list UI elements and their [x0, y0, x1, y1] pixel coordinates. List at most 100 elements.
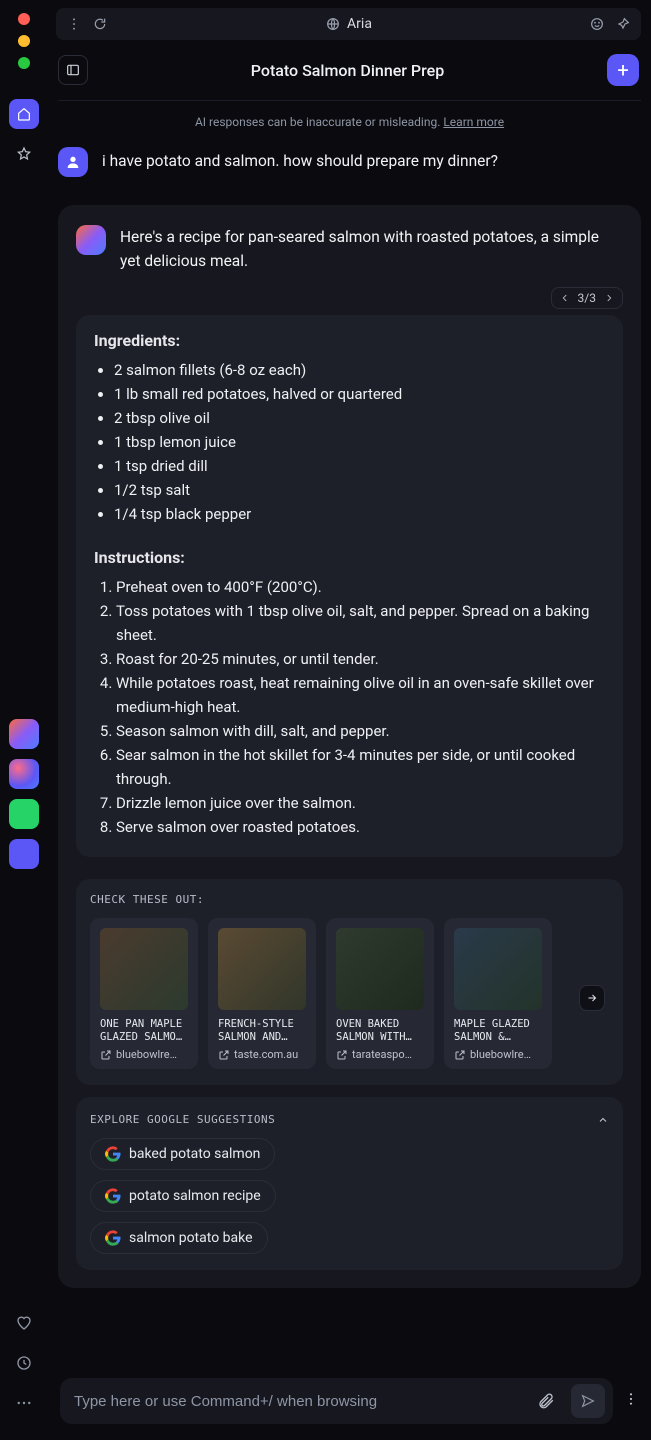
- topbar-title-text: Aria: [347, 16, 372, 32]
- suggestion-chip-label: salmon potato bake: [129, 1230, 253, 1246]
- traffic-minimize[interactable]: [18, 35, 30, 47]
- globe-icon: [325, 16, 341, 32]
- learn-more-link[interactable]: Learn more: [443, 115, 504, 129]
- google-logo-icon: [105, 1230, 121, 1246]
- ingredients-list: 2 salmon fillets (6-8 oz each) 1 lb smal…: [94, 358, 605, 526]
- rail-favorites-button[interactable]: [9, 1308, 39, 1338]
- cto-card-source: taste.com.au: [208, 1044, 316, 1061]
- user-message-row: i have potato and salmon. how should pre…: [58, 147, 641, 177]
- rail-app-whatsapp[interactable]: [9, 799, 39, 829]
- composer-input[interactable]: [74, 1393, 521, 1410]
- cto-card[interactable]: FRENCH-STYLE SALMON AND… taste.com.au: [208, 918, 316, 1069]
- ingredient-item: 2 salmon fillets (6-8 oz each): [114, 358, 605, 382]
- disclaimer: AI responses can be inaccurate or mislea…: [48, 101, 651, 147]
- cto-card-image: [336, 928, 424, 1010]
- pin-icon[interactable]: [615, 16, 631, 32]
- composer-more-button[interactable]: [623, 1391, 639, 1411]
- cto-card-source-text: tarateaspo…: [352, 1048, 412, 1061]
- instructions-list: Preheat oven to 400°F (200°C). Toss pota…: [94, 575, 605, 839]
- clock-icon: [15, 1354, 33, 1372]
- cto-card-source-text: bluebowlre…: [470, 1048, 531, 1061]
- suggestion-chip[interactable]: baked potato salmon: [90, 1138, 275, 1170]
- star-icon: [16, 146, 32, 162]
- explore-collapse-button[interactable]: [597, 1111, 609, 1130]
- composer: [48, 1366, 651, 1440]
- chevron-up-icon: [597, 1114, 609, 1126]
- cto-card[interactable]: OVEN BAKED SALMON WITH… tarateaspo…: [326, 918, 434, 1069]
- response-pager: 3/3: [76, 287, 623, 309]
- external-link-icon: [454, 1049, 466, 1061]
- rail-home-button[interactable]: [9, 99, 39, 129]
- user-message-text: i have potato and salmon. how should pre…: [102, 147, 498, 177]
- topbar-title: Aria: [118, 16, 579, 32]
- reload-icon[interactable]: [92, 16, 108, 32]
- panel-left-icon: [65, 62, 81, 78]
- arrow-right-icon: [586, 992, 598, 1004]
- attach-button[interactable]: [529, 1384, 563, 1418]
- user-avatar: [58, 147, 88, 177]
- cto-card-source: bluebowlre…: [90, 1044, 198, 1061]
- paperclip-icon: [537, 1392, 555, 1410]
- rail-app-music[interactable]: [9, 839, 39, 869]
- explore-heading: EXPLORE GOOGLE SUGGESTIONS: [90, 1113, 609, 1126]
- suggestion-chip-label: potato salmon recipe: [129, 1188, 261, 1204]
- cto-card-source: tarateaspo…: [326, 1044, 434, 1061]
- ingredient-item: 1/2 tsp salt: [114, 478, 605, 502]
- external-link-icon: [100, 1049, 112, 1061]
- rail-more-button[interactable]: [9, 1388, 39, 1418]
- ingredient-item: 1 tbsp lemon juice: [114, 430, 605, 454]
- cto-card-title: MAPLE GLAZED SALMON &…: [444, 1018, 552, 1044]
- cto-card-title: OVEN BAKED SALMON WITH…: [326, 1018, 434, 1044]
- instruction-item: Drizzle lemon juice over the salmon.: [116, 791, 605, 815]
- new-chat-button[interactable]: +: [607, 54, 639, 86]
- ingredient-item: 2 tbsp olive oil: [114, 406, 605, 430]
- instructions-heading: Instructions:: [94, 548, 605, 567]
- instruction-item: While potatoes roast, heat remaining oli…: [116, 671, 605, 719]
- cto-card-source-text: taste.com.au: [234, 1048, 298, 1061]
- rail-app-aria[interactable]: [9, 719, 39, 749]
- cto-heading: CHECK THESE OUT:: [90, 893, 609, 906]
- google-logo-icon: [105, 1146, 121, 1162]
- main-column: Aria Potato Salmon Dinner Prep + AI resp…: [48, 0, 651, 1440]
- composer-inputbar: [60, 1378, 613, 1424]
- suggestion-chip[interactable]: salmon potato bake: [90, 1222, 268, 1254]
- rail-history-button[interactable]: [9, 1348, 39, 1378]
- chat-header: Potato Salmon Dinner Prep +: [48, 46, 651, 94]
- chat-scroll[interactable]: i have potato and salmon. how should pre…: [48, 147, 651, 1366]
- explore-suggestions: EXPLORE GOOGLE SUGGESTIONS baked potato …: [76, 1097, 623, 1270]
- kebab-vertical-icon[interactable]: [66, 16, 82, 32]
- heart-icon: [15, 1314, 33, 1332]
- instruction-item: Toss potatoes with 1 tbsp olive oil, sal…: [116, 599, 605, 647]
- ingredients-heading: Ingredients:: [94, 331, 605, 350]
- cto-card-image: [218, 928, 306, 1010]
- home-icon: [16, 106, 32, 122]
- cto-card-image: [100, 928, 188, 1010]
- cto-card[interactable]: ONE PAN MAPLE GLAZED SALMO… bluebowlre…: [90, 918, 198, 1069]
- send-icon: [580, 1393, 596, 1409]
- instruction-item: Preheat oven to 400°F (200°C).: [116, 575, 605, 599]
- cto-card-title: ONE PAN MAPLE GLAZED SALMO…: [90, 1018, 198, 1044]
- instruction-item: Sear salmon in the hot skillet for 3-4 m…: [116, 743, 605, 791]
- ellipsis-icon: [15, 1394, 33, 1412]
- rail-pinned-button[interactable]: [9, 139, 39, 169]
- suggestion-chip[interactable]: potato salmon recipe: [90, 1180, 276, 1212]
- cto-card[interactable]: MAPLE GLAZED SALMON &… bluebowlre…: [444, 918, 552, 1069]
- traffic-close[interactable]: [18, 13, 30, 25]
- cto-card-title: FRENCH-STYLE SALMON AND…: [208, 1018, 316, 1044]
- topbar: Aria: [56, 8, 641, 40]
- rail-app-messenger[interactable]: [9, 759, 39, 789]
- ingredient-item: 1/4 tsp black pepper: [114, 502, 605, 526]
- ingredient-item: 1 tsp dried dill: [114, 454, 605, 478]
- ingredient-item: 1 lb small red potatoes, halved or quart…: [114, 382, 605, 406]
- instruction-item: Roast for 20-25 minutes, or until tender…: [116, 647, 605, 671]
- assistant-intro-text: Here's a recipe for pan-seared salmon wi…: [120, 225, 623, 273]
- google-logo-icon: [105, 1188, 121, 1204]
- carousel-next-button[interactable]: [579, 985, 605, 1011]
- chevron-left-icon[interactable]: [560, 293, 570, 303]
- chevron-right-icon[interactable]: [604, 293, 614, 303]
- send-button[interactable]: [571, 1384, 605, 1418]
- sidebar-toggle-button[interactable]: [58, 55, 88, 85]
- traffic-zoom[interactable]: [18, 57, 30, 69]
- smile-icon[interactable]: [589, 16, 605, 32]
- disclaimer-text: AI responses can be inaccurate or mislea…: [195, 115, 443, 129]
